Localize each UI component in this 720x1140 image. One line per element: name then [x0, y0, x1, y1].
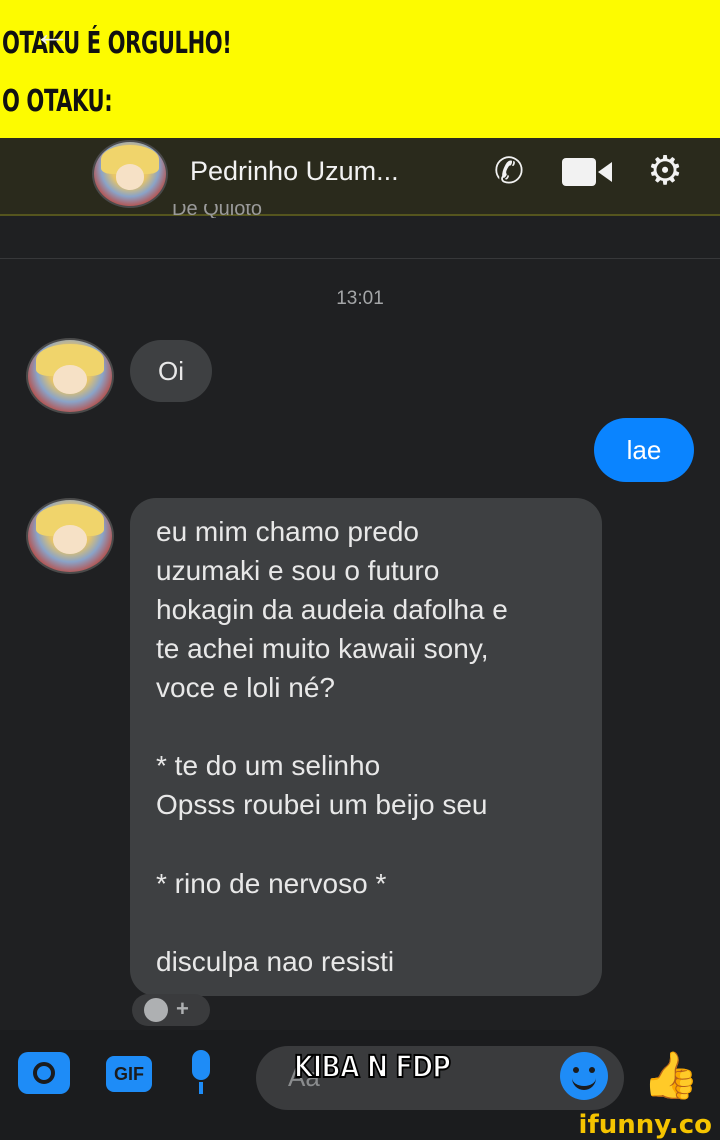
outgoing-message[interactable]: lae — [594, 418, 694, 482]
emoji-icon[interactable] — [560, 1052, 608, 1100]
camera-icon[interactable] — [18, 1052, 70, 1094]
incoming-message[interactable]: Oi — [130, 340, 212, 402]
contact-avatar[interactable] — [92, 140, 168, 208]
sender-avatar — [26, 338, 114, 414]
microphone-icon[interactable] — [188, 1050, 214, 1096]
overlay-caption: KIBA N FDP — [293, 1049, 452, 1086]
contact-name[interactable]: Pedrinho Uzum... — [190, 156, 399, 187]
caption-line-2: O OTAKU: — [2, 84, 113, 119]
message-line: te achei muito kawaii sony, — [156, 633, 489, 664]
contact-subtitle: De Quioto — [172, 204, 263, 218]
message-line: disculpa nao resisti — [156, 946, 395, 977]
ifunny-watermark: ifunny.co — [578, 1110, 712, 1140]
sender-avatar — [26, 498, 114, 574]
message-line: uzumaki e sou o futuro — [156, 555, 440, 586]
message-line: hokagin da audeia dafolha e — [156, 594, 508, 625]
meme-caption: OTAKU É ORGULHO! O OTAKU: — [0, 0, 720, 138]
smiley-icon — [144, 998, 168, 1022]
video-camera-icon[interactable] — [562, 154, 614, 190]
divider — [0, 258, 720, 259]
back-arrow-icon[interactable]: ← — [30, 12, 74, 56]
plus-icon: + — [176, 996, 189, 1021]
message-line: * rino de nervoso * — [156, 868, 387, 899]
phone-icon[interactable]: ✆ — [484, 150, 534, 194]
message-line: eu mim chamo predo — [156, 516, 420, 547]
message-line: voce e loli né? — [156, 672, 336, 703]
gif-icon[interactable]: GIF — [106, 1056, 152, 1092]
message-line: * te do um selinho — [156, 750, 381, 781]
message-timestamp: 13:01 — [336, 288, 384, 309]
thumbs-up-icon[interactable]: 👍 — [642, 1050, 699, 1100]
message-line: Opsss roubei um beijo seu — [156, 789, 488, 820]
gear-icon[interactable]: ⚙ — [640, 148, 690, 194]
incoming-message-long[interactable]: eu mim chamo predo uzumaki e sou o futur… — [130, 498, 602, 996]
add-reaction-button[interactable]: + — [132, 994, 210, 1026]
